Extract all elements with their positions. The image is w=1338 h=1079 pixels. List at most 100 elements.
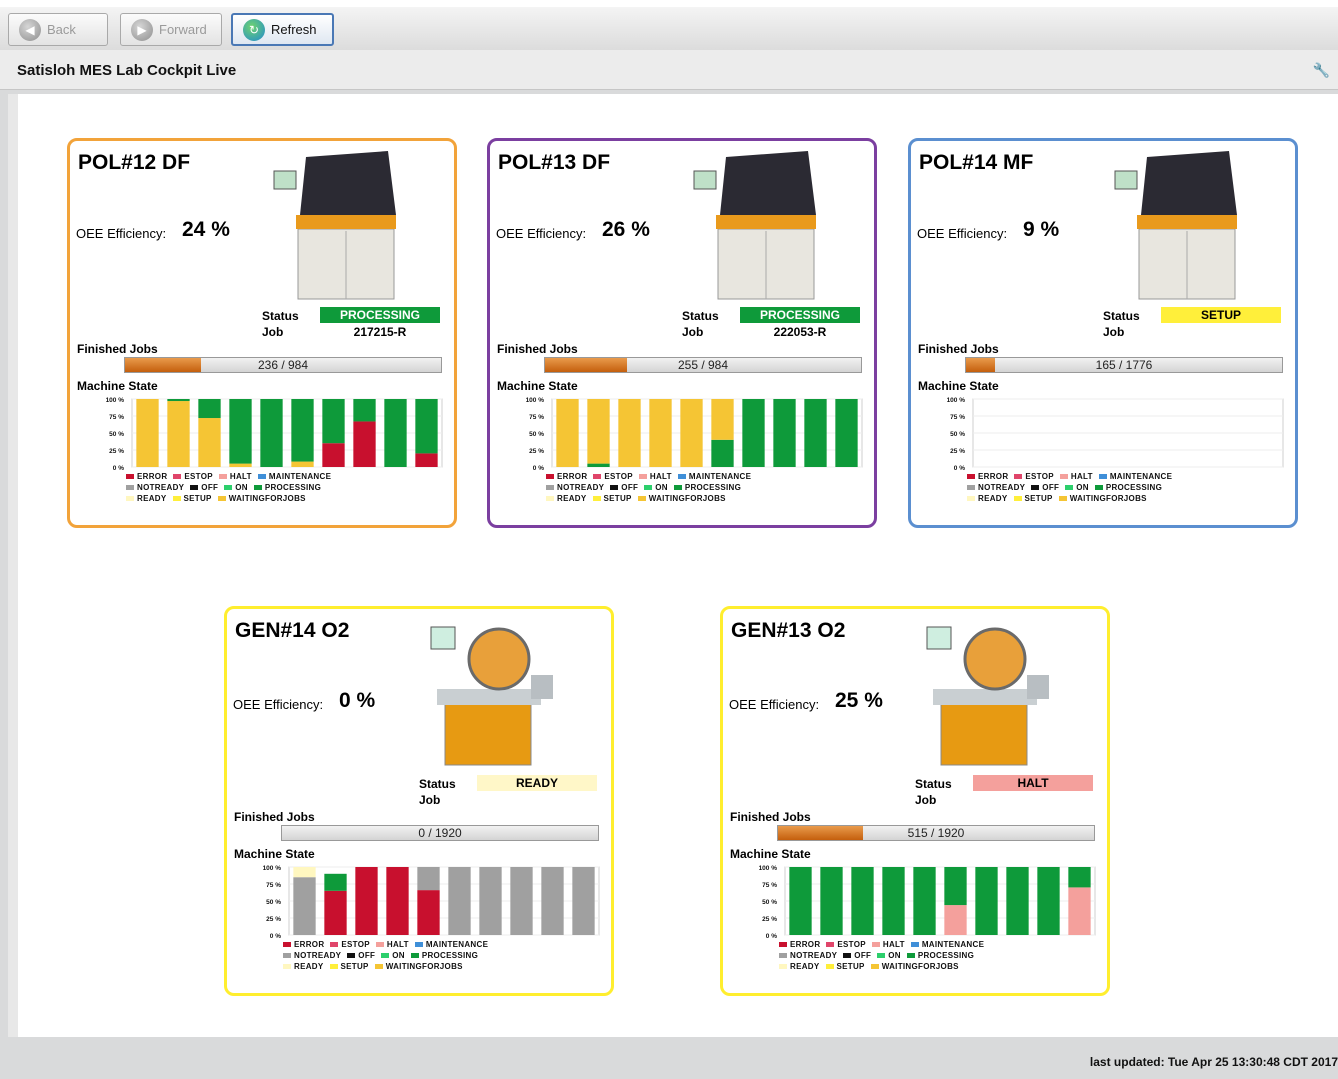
legend-item: ERROR	[283, 939, 324, 950]
legend-item: ON	[1065, 482, 1089, 493]
legend-item: NOTREADY	[126, 482, 184, 493]
y-tick-label: 100 %	[759, 865, 778, 872]
legend-swatch	[1094, 485, 1103, 491]
page-title: Satisloh MES Lab Cockpit Live	[17, 62, 237, 79]
legend-swatch	[593, 474, 602, 480]
chart-legend: ERROR ESTOP HALT MAINTENANCE NOTREADY OFF ON PR…	[126, 471, 337, 504]
legend-swatch	[1014, 474, 1023, 480]
legend-item: ON	[644, 482, 668, 493]
bar-segment-processing	[198, 399, 221, 419]
legend-item: READY	[126, 493, 167, 504]
legend-label: MAINTENANCE	[425, 940, 489, 949]
bar-segment-error	[415, 453, 438, 467]
forward-button[interactable]: ▶ Forward	[120, 13, 222, 46]
legend-label: MAINTENANCE	[921, 940, 985, 949]
legend-item: SETUP	[825, 961, 865, 972]
legend-item: HALT	[638, 471, 672, 482]
bar-segment-processing	[975, 867, 998, 935]
machine-name: POL#13 DF	[498, 151, 611, 174]
legend-swatch	[967, 496, 975, 502]
bar-segment-processing	[353, 399, 376, 422]
legend-swatch	[610, 485, 619, 491]
machine-screen	[926, 626, 952, 650]
bar-segment-processing	[711, 439, 734, 467]
legend-item: PROCESSING	[673, 482, 741, 493]
refresh-button[interactable]: ↻ Refresh	[231, 13, 334, 46]
page-header: Satisloh MES Lab Cockpit Live 🔧	[0, 50, 1338, 90]
machine-state-chart-wrap: 100 % 75 % 50 % 25 % 0 %	[931, 393, 1286, 478]
legend-label: OFF	[1042, 483, 1060, 492]
legend-item: WAITINGFORJOBS	[374, 961, 463, 972]
bar-segment-processing	[804, 399, 827, 467]
y-tick-label: 25 %	[762, 916, 777, 923]
bar-segment-waitingforjobs	[711, 399, 734, 440]
chart-legend: ERROR ESTOP HALT MAINTENANCE NOTREADY OFF ON PR…	[779, 939, 990, 972]
machine-front	[444, 702, 532, 766]
oee-value: 9 %	[1023, 218, 1060, 241]
machine-screen	[1114, 170, 1138, 190]
back-arrow-icon: ◀	[19, 18, 41, 41]
finished-jobs-label: Finished Jobs	[234, 810, 315, 824]
bar-segment-processing	[742, 399, 765, 467]
legend-label: ERROR	[978, 472, 1009, 481]
bar-segment-processing	[384, 399, 407, 467]
machine-card: POL#14 MF OEE Efficiency: 9 % Status Job SETU…	[908, 138, 1298, 528]
bar-segment-error	[353, 421, 376, 467]
generator-machine-image	[430, 626, 553, 766]
legend-label: ESTOP	[341, 940, 370, 949]
legend-item: ERROR	[779, 939, 820, 950]
y-tick-label: 75 %	[762, 882, 777, 889]
legend-swatch	[546, 496, 554, 502]
legend-row: ERROR ESTOP HALT MAINTENANCE	[779, 939, 990, 950]
legend-label: SETUP	[183, 494, 212, 503]
last-updated-text: last updated: Tue Apr 25 13:30:48 CDT 20…	[1089, 1055, 1338, 1069]
legend-item: ERROR	[967, 471, 1008, 482]
legend-swatch	[330, 942, 339, 948]
legend-swatch	[877, 953, 886, 959]
machine-state-label: Machine State	[234, 847, 315, 861]
legend-swatch	[381, 953, 390, 959]
legend-swatch	[779, 953, 787, 959]
machine-orange-band	[1137, 215, 1237, 229]
bar-segment-waitingforjobs	[587, 399, 610, 464]
job-label: Job	[419, 793, 441, 807]
legend-swatch	[1058, 496, 1067, 502]
y-tick-label: 50 %	[109, 431, 124, 438]
legend-row: NOTREADY OFF ON PROCESSING	[779, 950, 990, 961]
legend-item: MAINTENANCE	[677, 471, 751, 482]
polisher-machine-image	[270, 151, 400, 301]
legend-label: HALT	[882, 940, 905, 949]
y-tick-label: 75 %	[266, 882, 281, 889]
legend-swatch	[967, 474, 975, 480]
legend-label: READY	[790, 962, 820, 971]
bar-segment-processing	[1006, 867, 1029, 935]
y-tick-label: 100 %	[106, 397, 125, 404]
legend-row: NOTREADY OFF ON PROCESSING	[283, 950, 494, 961]
legend-item: SETUP	[592, 493, 632, 504]
back-button[interactable]: ◀ Back	[8, 13, 108, 46]
y-tick-label: 0 %	[533, 465, 544, 472]
legend-swatch	[779, 942, 787, 948]
oee-value: 0 %	[339, 689, 376, 712]
legend-swatch	[906, 953, 915, 959]
legend-label: ERROR	[790, 940, 821, 949]
legend-label: WAITINGFORJOBS	[648, 494, 726, 503]
legend-item: OFF	[1031, 482, 1059, 493]
legend-item: HALT	[871, 939, 905, 950]
generator-machine-image	[926, 626, 1049, 766]
legend-item: MAINTENANCE	[910, 939, 985, 950]
legend-swatch	[173, 474, 182, 480]
wrench-icon[interactable]: 🔧	[1313, 62, 1330, 79]
legend-item: ESTOP	[173, 471, 213, 482]
legend-label: READY	[137, 494, 167, 503]
legend-label: OFF	[854, 951, 872, 960]
oee-label: OEE Efficiency:	[917, 226, 1008, 241]
machine-top	[437, 689, 541, 705]
back-label: Back	[47, 22, 76, 37]
generator-machine-image	[923, 619, 1053, 769]
legend-item: MAINTENANCE	[1098, 471, 1172, 482]
machine-state-chart: 100 % 75 % 50 % 25 % 0 %	[263, 865, 600, 940]
y-tick-label: 50 %	[529, 431, 544, 438]
legend-row: NOTREADY OFF ON PROCESSING	[967, 482, 1178, 493]
legend-item: ON	[381, 950, 405, 961]
